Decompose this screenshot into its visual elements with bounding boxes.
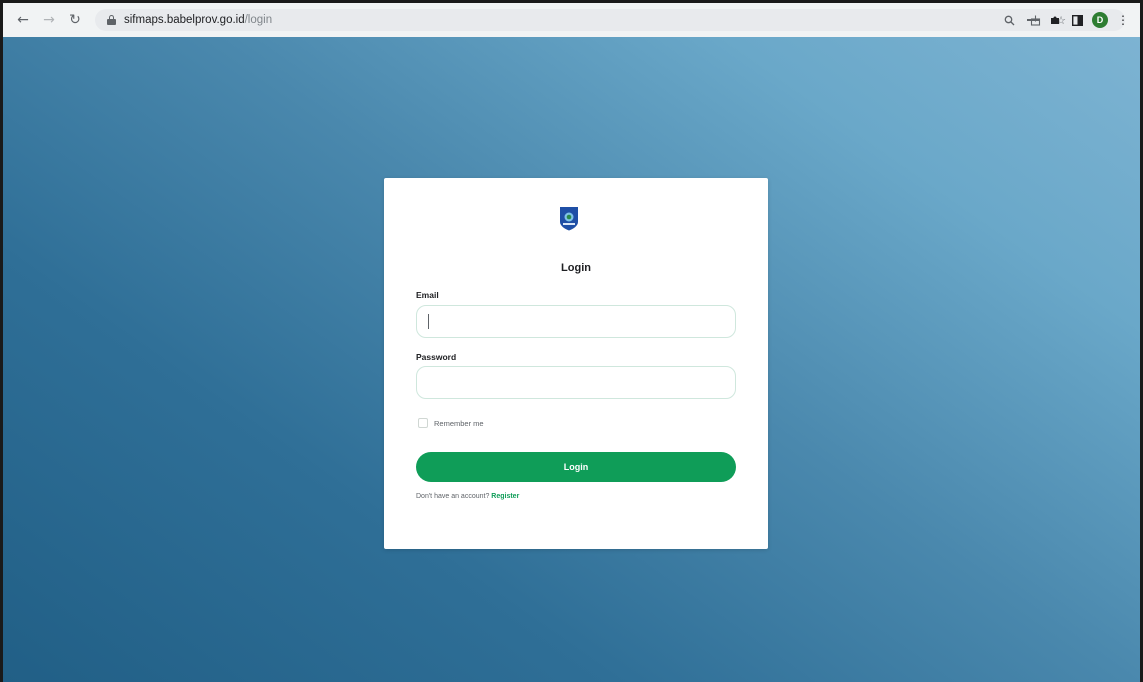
more-vert-icon[interactable]: ⋮ bbox=[1116, 11, 1130, 29]
sidepanel-icon[interactable] bbox=[1070, 11, 1084, 29]
email-label: Email bbox=[416, 290, 439, 300]
address-bar[interactable]: sifmaps.babelprov.go.id/login ☆ bbox=[95, 9, 1125, 31]
password-label: Password bbox=[416, 352, 457, 362]
email-field[interactable] bbox=[416, 305, 736, 338]
password-field[interactable] bbox=[416, 366, 736, 399]
lock-icon[interactable] bbox=[107, 15, 116, 25]
back-arrow-icon[interactable]: ← bbox=[13, 10, 33, 30]
register-link[interactable]: Register bbox=[491, 493, 519, 500]
puzzle-icon[interactable] bbox=[1048, 11, 1062, 29]
remember-label[interactable]: Remember me bbox=[434, 419, 484, 428]
login-button[interactable]: Login bbox=[416, 452, 736, 482]
profile-avatar[interactable]: D bbox=[1092, 12, 1108, 28]
forward-arrow-icon[interactable]: → bbox=[39, 10, 59, 30]
url-text[interactable]: sifmaps.babelprov.go.id/login bbox=[124, 14, 272, 26]
remember-checkbox[interactable] bbox=[418, 418, 428, 428]
search-icon[interactable] bbox=[1001, 12, 1017, 28]
reload-icon[interactable]: ↻ bbox=[65, 10, 85, 30]
no-account-text: Don't have an account? bbox=[416, 493, 492, 500]
extension-icon[interactable] bbox=[1026, 11, 1040, 29]
remember-me[interactable]: Remember me bbox=[418, 418, 484, 428]
register-prompt: Don't have an account? Register bbox=[416, 493, 519, 500]
browser-window: ← → ↻ sifmaps.babelprov.go.id/login ☆ D … bbox=[0, 0, 1143, 682]
text-cursor bbox=[428, 314, 429, 329]
shield-logo-icon bbox=[560, 207, 578, 231]
browser-toolbar: ← → ↻ sifmaps.babelprov.go.id/login ☆ D … bbox=[3, 3, 1140, 37]
page-title: Login bbox=[561, 262, 591, 274]
page-background: Login Email Password Remember me Login D… bbox=[3, 37, 1140, 682]
login-card: Login Email Password Remember me Login D… bbox=[384, 178, 768, 549]
